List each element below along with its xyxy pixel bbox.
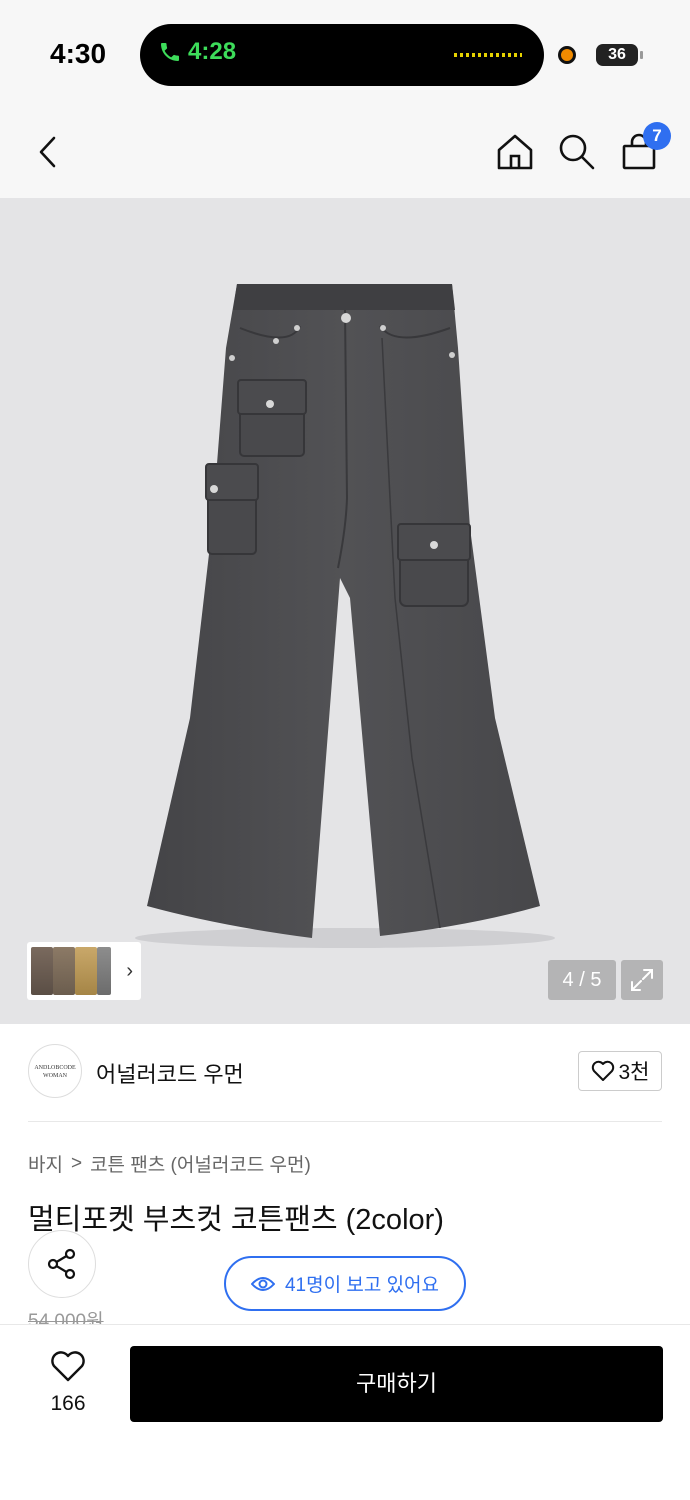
chevron-left-icon <box>39 136 56 168</box>
brand-logo[interactable]: ANDLOBCODE WOMAN <box>28 1044 82 1098</box>
battery-indicator: 36 <box>596 44 643 66</box>
home-button[interactable] <box>493 130 537 174</box>
status-bar: 4:30 4:28 36 <box>0 0 690 108</box>
expand-icon <box>631 969 653 991</box>
bottom-action-bar: 166 구매하기 <box>0 1324 690 1500</box>
live-viewers-badge: 41명이 보고 있어요 <box>224 1256 466 1311</box>
audio-waveform <box>454 53 522 57</box>
heart-icon <box>51 1351 85 1382</box>
brand-like-count: 3천 <box>618 1061 650 1084</box>
search-icon <box>559 134 595 170</box>
thumbnail-strip[interactable]: › <box>27 942 141 1000</box>
breadcrumb-separator: > <box>70 1152 83 1174</box>
phone-icon <box>161 43 179 61</box>
viewers-text: 41명이 보고 있어요 <box>284 1275 440 1296</box>
back-button[interactable] <box>26 130 70 174</box>
cart-button[interactable]: 7 <box>617 122 671 174</box>
thumbnail-image[interactable] <box>97 947 111 995</box>
recording-indicator <box>558 46 576 64</box>
brand-logo-text: ANDLOBCODE WOMAN <box>34 1065 76 1079</box>
top-nav: 7 <box>0 108 690 198</box>
home-icon <box>497 134 533 170</box>
image-counter: 4 / 5 <box>548 960 616 1000</box>
share-button[interactable] <box>28 1230 96 1298</box>
buy-button[interactable]: 구매하기 <box>130 1346 663 1422</box>
cart-count-badge: 7 <box>643 122 671 150</box>
share-icon <box>47 1248 76 1280</box>
product-image <box>135 284 555 948</box>
eye-icon <box>250 1276 275 1291</box>
thumbnail-image[interactable] <box>31 947 53 995</box>
wishlist-button[interactable]: 166 <box>38 1351 98 1416</box>
heart-icon <box>591 1060 614 1081</box>
original-price: 54,000원 <box>28 1311 104 1326</box>
status-time: 4:30 <box>50 38 107 69</box>
chevron-right-icon[interactable]: › <box>126 960 133 983</box>
breadcrumb: 바지 > 코튼 팬츠 (어널러코드 우먼) <box>28 1150 311 1177</box>
product-title: 멀티포켓 부츠컷 코튼팬츠 (2color) <box>28 1204 444 1236</box>
brand-row: ANDLOBCODE WOMAN 어널러코드 우먼 3천 <box>28 1044 662 1122</box>
search-button[interactable] <box>555 130 599 174</box>
expand-button[interactable] <box>621 960 663 1000</box>
thumbnail-image[interactable] <box>75 947 97 995</box>
product-image-gallery[interactable]: › 4 / 5 <box>0 198 690 1024</box>
call-time: 4:28 <box>188 38 237 65</box>
call-indicator: 4:28 <box>158 38 236 66</box>
breadcrumb-subcategory[interactable]: 코튼 팬츠 (어널러코드 우먼) <box>90 1150 311 1177</box>
dynamic-island[interactable]: 4:28 <box>140 24 544 86</box>
brand-like-button[interactable]: 3천 <box>578 1051 662 1091</box>
brand-name[interactable]: 어널러코드 우먼 <box>96 1057 244 1089</box>
thumbnail-image[interactable] <box>53 947 75 995</box>
wishlist-count: 166 <box>50 1392 86 1415</box>
breadcrumb-category[interactable]: 바지 <box>28 1150 63 1177</box>
